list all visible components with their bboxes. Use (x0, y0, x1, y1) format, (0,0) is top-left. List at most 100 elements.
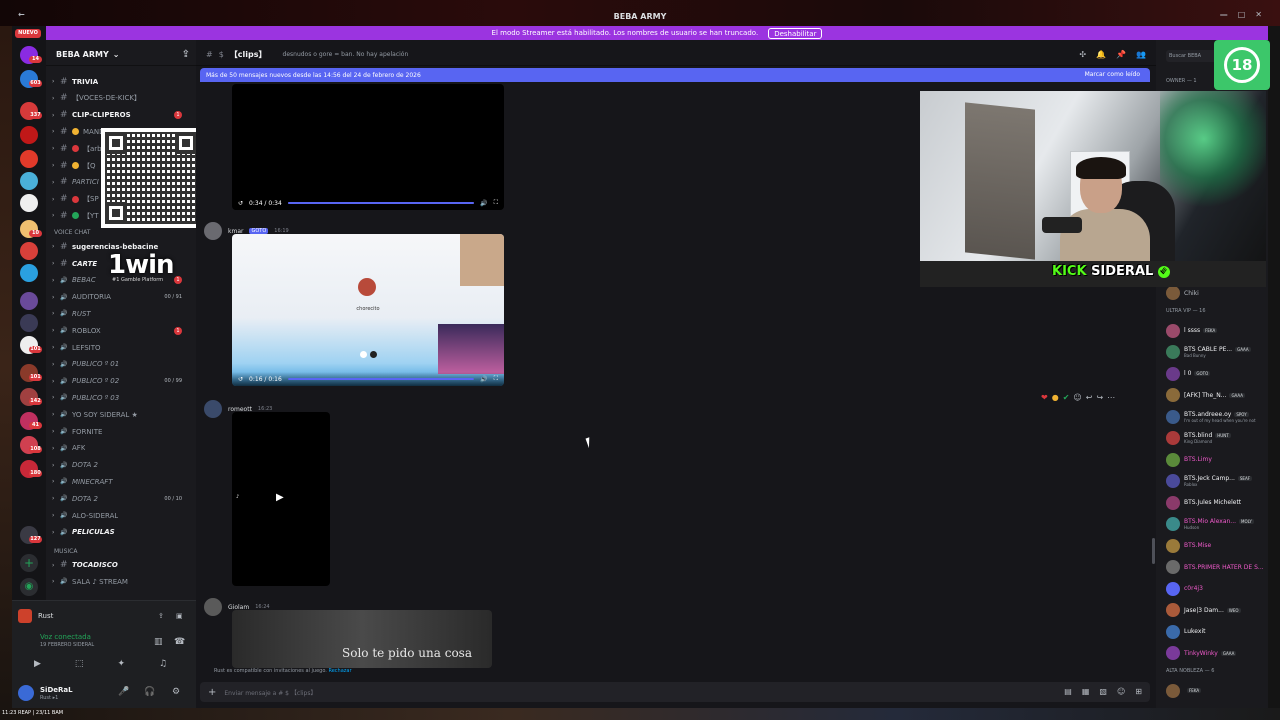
member-item[interactable]: BTS.PRIMER HATER DE S... (1166, 560, 1264, 574)
member-item[interactable]: FEKA (1166, 683, 1202, 698)
member-item[interactable]: TinkyWinky GAAA (1166, 646, 1237, 660)
member-item[interactable]: BTS CABLE PE... GAAA Bad Bunny (1166, 345, 1251, 359)
video-player[interactable]: ↺ 0:34 / 0:34 🔊 ⛶ (232, 84, 504, 210)
screenshare-icon[interactable]: ⬚ (75, 659, 84, 669)
back-arrow-icon[interactable]: ← (18, 10, 25, 19)
channel-item[interactable]: › 🔊 LEFSITO (52, 340, 192, 355)
play-icon[interactable]: ▶ (276, 492, 284, 503)
channel-item[interactable]: › 🔊 FORNITE (52, 424, 192, 439)
channel-topic[interactable]: desnudos o gore = ban. No hay apelación (283, 51, 409, 58)
disconnect-icon[interactable]: ☎ (174, 637, 185, 647)
more-icon[interactable]: ⋯ (1107, 393, 1115, 402)
server-icon[interactable] (20, 264, 38, 282)
volume-icon[interactable]: 🔊 (480, 376, 487, 383)
member-item[interactable]: BTS.blind HUNT King Diamond (1166, 431, 1231, 445)
threads-icon[interactable]: ✣ (1079, 50, 1086, 59)
server-icon[interactable] (20, 314, 38, 332)
emoji-reaction-icon[interactable]: ● (1052, 393, 1059, 402)
message-input[interactable]: Enviar mensaje a # $ 【clips】 (224, 688, 316, 697)
disable-streamer-button[interactable]: Deshabilitar (768, 27, 823, 39)
channel-item[interactable]: › 🔊 DOTA 2 00 / 10 (52, 491, 192, 506)
member-item[interactable]: BTS.Jeck Camp... SEAF Roblox (1166, 474, 1252, 488)
forward-icon[interactable]: ↪ (1096, 393, 1103, 402)
server-icon[interactable] (20, 126, 38, 144)
reply-icon[interactable]: ↩ (1086, 393, 1093, 402)
message-composer[interactable]: + Enviar mensaje a # $ 【clips】 ▤ ▦ ▧ ☺ ⊞ (200, 682, 1150, 702)
member-item[interactable]: BTS.Jules Michelett (1166, 495, 1241, 510)
signal-icon[interactable]: ▥ (154, 637, 163, 647)
screen-icon[interactable]: ▣ (176, 612, 183, 620)
member-item[interactable]: Chiki (1166, 286, 1199, 300)
member-item[interactable]: Lukexit (1166, 624, 1205, 639)
channel-item[interactable]: › 🔊 PUBLICO º 01 (52, 357, 192, 372)
member-item[interactable]: l 0 GOTO (1166, 366, 1211, 381)
channel-item[interactable]: › 🔊 DOTA 2 (52, 458, 192, 473)
members-icon[interactable]: 👥 (1136, 50, 1146, 59)
check-reaction-icon[interactable]: ✔ (1063, 393, 1070, 402)
video-player[interactable]: chorecito ↺ 0:16 / 0:16 🔊 ⛶ (232, 234, 504, 386)
avatar[interactable] (204, 598, 222, 616)
close-icon[interactable]: ✕ (1255, 10, 1262, 19)
minimize-icon[interactable]: — (1220, 10, 1228, 19)
member-item[interactable]: [AFK] The_N... GAAA (1166, 388, 1245, 402)
headphones-icon[interactable]: 🎧 (144, 687, 155, 697)
member-item[interactable]: BTS.andreee.oy SPOY I'm out of my head whe… (1166, 409, 1256, 424)
server-icon[interactable] (20, 242, 38, 260)
replay-icon[interactable]: ↺ (238, 376, 243, 383)
channel-item[interactable]: › # TOCADISCO (52, 558, 192, 573)
channel-item[interactable]: › 🔊 YO SOY SIDERAL ★ (52, 407, 192, 422)
member-item[interactable]: c0r4j3 (1166, 581, 1203, 596)
channel-item[interactable]: › # CLIP-CLIPEROS 1 (52, 108, 192, 123)
video-progress[interactable] (287, 202, 475, 204)
server-icon[interactable] (20, 292, 38, 310)
channel-item[interactable]: › 🔊 AFK (52, 441, 192, 456)
gear-icon[interactable]: ⚙ (172, 687, 180, 697)
soundboard-icon[interactable]: ♫ (159, 659, 167, 669)
channel-item[interactable]: › 🔊 RUST (52, 306, 192, 321)
server-icon[interactable] (20, 150, 38, 168)
explore-icon[interactable]: ◉ (20, 578, 38, 596)
music-category[interactable]: MUSICA (54, 548, 77, 555)
video-progress[interactable] (287, 378, 475, 380)
channel-item[interactable]: › 🔊 ROBLOX 1 (52, 323, 192, 338)
invite-icon[interactable]: ⇪ (182, 49, 190, 60)
apps-icon[interactable]: ⊞ (1135, 687, 1142, 696)
gif-icon[interactable]: ▦ (1082, 687, 1090, 696)
activities-icon[interactable]: ✦ (117, 659, 125, 669)
member-item[interactable]: BTS.Mise (1166, 538, 1211, 553)
avatar[interactable] (204, 222, 222, 240)
avatar[interactable] (204, 400, 222, 418)
channel-item[interactable]: › # TRIVIA (52, 74, 192, 89)
camera-icon[interactable]: ▶ (34, 659, 41, 669)
heart-reaction-icon[interactable]: ❤ (1041, 393, 1048, 402)
server-icon[interactable] (20, 172, 38, 190)
video-player[interactable]: Solo te pido una cosa (232, 610, 492, 668)
attach-icon[interactable]: + (208, 687, 216, 698)
member-item[interactable]: l ssss FEKA (1166, 323, 1218, 338)
channel-item[interactable]: › 🔊 AUDITORIA 00 / 91 (52, 290, 192, 305)
channel-item[interactable]: › 🔊 MINECRAFT (52, 474, 192, 489)
dismiss-link[interactable]: Rechazar (328, 668, 351, 674)
sticker-icon[interactable]: ▧ (1099, 687, 1107, 696)
fullscreen-icon[interactable]: ⛶ (494, 199, 498, 207)
maximize-icon[interactable]: □ (1238, 10, 1246, 19)
channel-item[interactable]: › 🔊 PELICULAS (52, 525, 192, 540)
channel-item[interactable]: › 🔊 PUBLICO º 02 00 / 99 (52, 374, 192, 389)
mute-mic-icon[interactable]: 🎤 (118, 687, 129, 697)
member-item[interactable]: BTS.Mio Alexan... MOLY Hudson (1166, 517, 1254, 531)
bell-icon[interactable]: 🔔 (1096, 50, 1106, 59)
replay-icon[interactable]: ↺ (238, 200, 243, 207)
voice-status[interactable]: Voz conectada 19 FEBRERO SIDERAL (40, 633, 94, 648)
gift-icon[interactable]: ▤ (1064, 687, 1072, 696)
add-reaction-icon[interactable]: ☺ (1073, 393, 1081, 402)
channel-item[interactable]: › 🔊 SALA ♪ STREAM (52, 574, 192, 589)
server-icon[interactable] (20, 194, 38, 212)
invite-to-game-icon[interactable]: ⇪ (158, 612, 164, 620)
voice-category[interactable]: VOICE CHAT (54, 229, 90, 236)
member-item[interactable]: BTS.Limy (1166, 452, 1212, 467)
new-messages-bar[interactable]: Más de 50 mensajes nuevos desde las 14:5… (200, 68, 1150, 82)
channel-item[interactable]: › 🔊 ALO-SIDERAL (52, 508, 192, 523)
channel-item[interactable]: › 🔊 PUBLICO º 03 (52, 390, 192, 405)
server-header[interactable]: BEBA ARMY ⌄ ⇪ (46, 44, 196, 66)
pin-icon[interactable]: 📌 (1116, 50, 1126, 59)
